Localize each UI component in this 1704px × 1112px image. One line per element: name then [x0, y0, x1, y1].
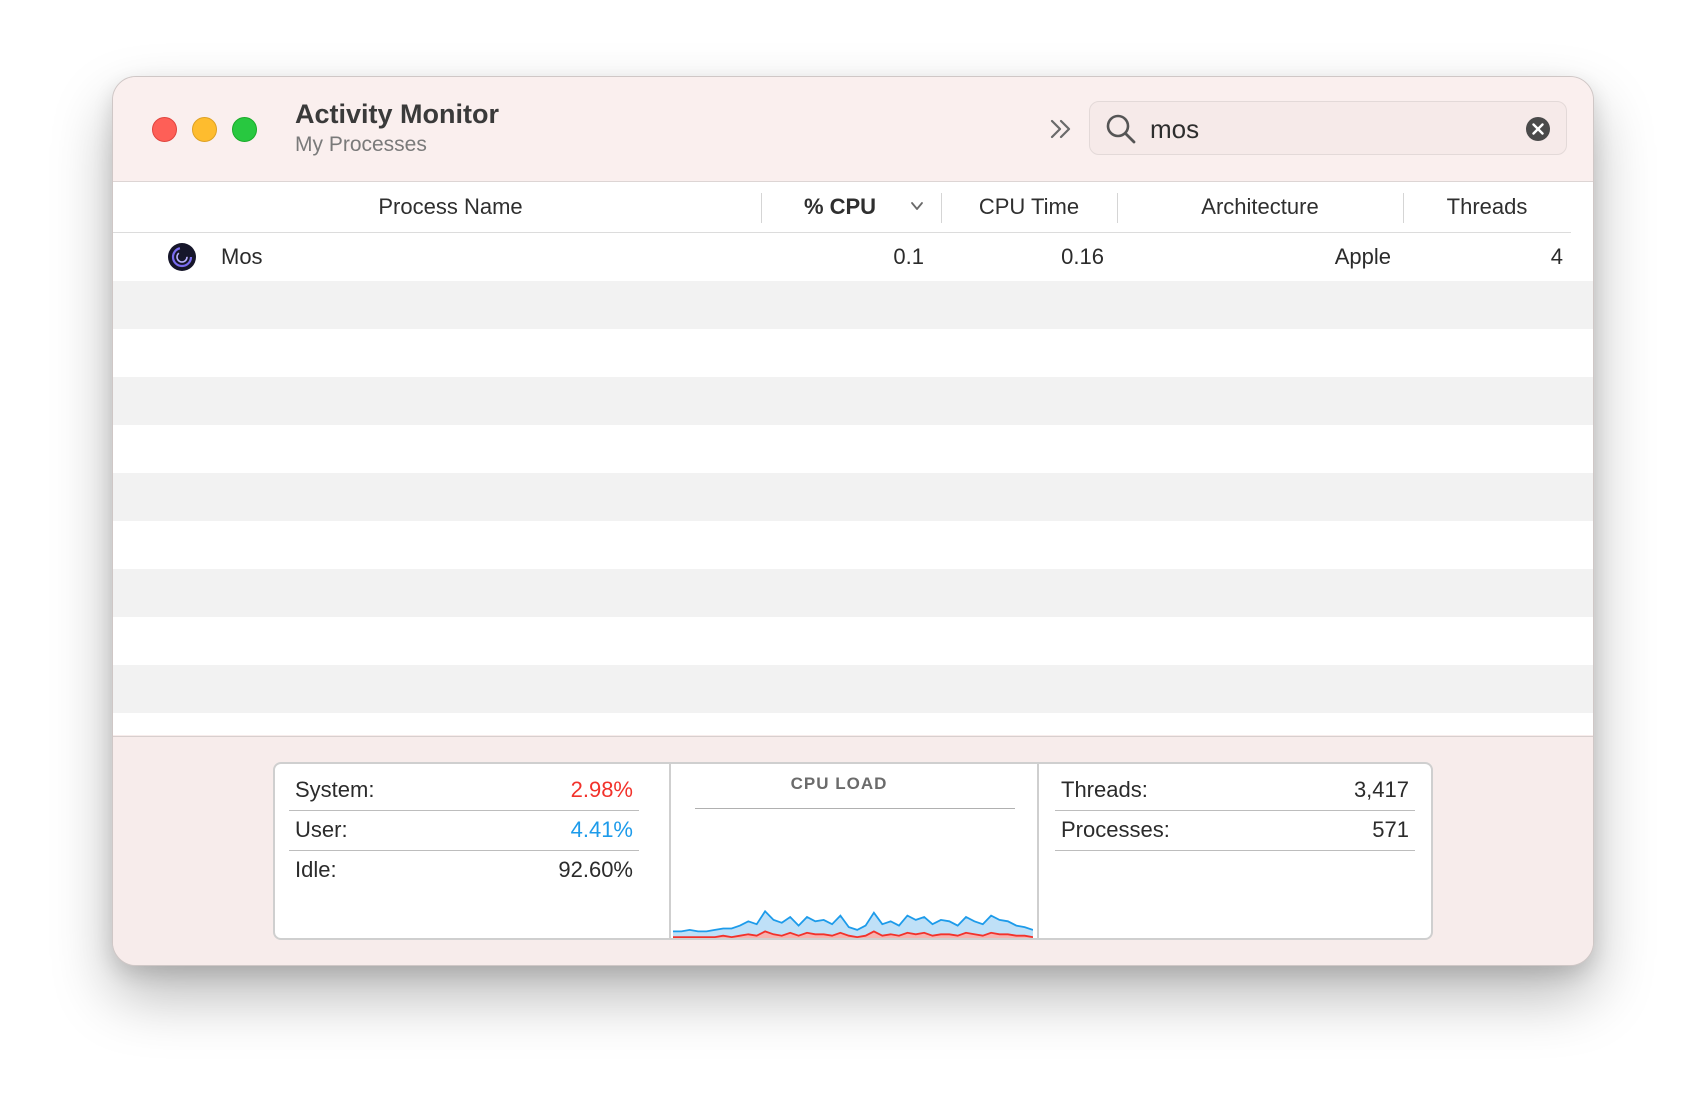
- column-header-threads[interactable]: Threads: [1403, 182, 1571, 232]
- processes-label: Processes:: [1061, 817, 1170, 842]
- mos-app-icon: [168, 243, 196, 271]
- cpu-summary-footer: System: 2.98% User: 4.41% Idle: 92.60% C…: [113, 736, 1593, 965]
- window-title: Activity Monitor: [295, 99, 500, 129]
- empty-row: [113, 329, 1593, 377]
- empty-row: [113, 281, 1593, 329]
- zoom-window-button[interactable]: [232, 117, 257, 142]
- process-architecture: Apple: [1334, 244, 1391, 269]
- titlebar: Activity Monitor My Processes mos: [113, 77, 1593, 182]
- threads-label: Threads:: [1061, 777, 1148, 802]
- toolbar-overflow-button[interactable]: [1043, 111, 1079, 147]
- close-window-button[interactable]: [152, 117, 177, 142]
- processes-stat: Processes: 571: [1055, 810, 1415, 850]
- column-header-architecture[interactable]: Architecture: [1117, 182, 1403, 232]
- process-threads: 4: [1550, 244, 1563, 269]
- system-label: System:: [295, 777, 375, 802]
- processes-value: 571: [1372, 817, 1409, 842]
- search-field[interactable]: mos: [1089, 101, 1567, 155]
- cpu-load-title: CPU LOAD: [790, 774, 888, 793]
- process-cpu-time: 0.16: [1061, 244, 1104, 269]
- system-value: 2.98%: [570, 777, 633, 802]
- cpu-load-graph: [673, 909, 1033, 938]
- user-label: User:: [295, 817, 348, 842]
- process-cpu-percent: 0.1: [893, 244, 924, 269]
- empty-row: [113, 569, 1593, 617]
- empty-row: [113, 377, 1593, 425]
- user-value: 4.41%: [570, 817, 633, 842]
- window-subtitle: My Processes: [295, 133, 427, 156]
- empty-row: [113, 473, 1593, 521]
- divider: [1055, 850, 1415, 851]
- table-header: Process Name % CPU CPU Time Architecture…: [113, 182, 1571, 233]
- idle-value: 92.60%: [558, 857, 633, 882]
- sort-descending-icon: [911, 202, 923, 210]
- threads-value: 3,417: [1353, 777, 1409, 802]
- idle-label: Idle:: [295, 857, 337, 882]
- double-chevron-right-icon: [1050, 119, 1071, 139]
- minimize-window-button[interactable]: [192, 117, 217, 142]
- search-input[interactable]: mos: [1150, 114, 1199, 145]
- clear-search-icon[interactable]: [1524, 115, 1552, 143]
- empty-row: [113, 425, 1593, 473]
- empty-row: [113, 617, 1593, 665]
- threads-stat: Threads: 3,417: [1055, 770, 1415, 810]
- user-stat: User: 4.41%: [289, 810, 639, 850]
- column-header-cpu-time[interactable]: CPU Time: [941, 182, 1117, 232]
- table-row[interactable]: Mos 0.1 0.16 Apple 4: [113, 233, 1593, 281]
- search-icon: [1106, 114, 1136, 144]
- system-stat: System: 2.98%: [289, 770, 639, 810]
- empty-row: [113, 665, 1593, 713]
- cpu-stats-panel: System: 2.98% User: 4.41% Idle: 92.60% C…: [273, 762, 1433, 940]
- empty-row: [113, 521, 1593, 569]
- process-name: Mos: [221, 244, 263, 269]
- panel-divider: [1037, 764, 1039, 938]
- cpu-load-rule: [695, 808, 1015, 809]
- process-table: Process Name % CPU CPU Time Architecture…: [113, 182, 1593, 735]
- column-header-process-name[interactable]: Process Name: [113, 182, 788, 232]
- idle-stat: Idle: 92.60%: [289, 850, 639, 890]
- activity-monitor-window: Activity Monitor My Processes mos Proces…: [112, 76, 1594, 966]
